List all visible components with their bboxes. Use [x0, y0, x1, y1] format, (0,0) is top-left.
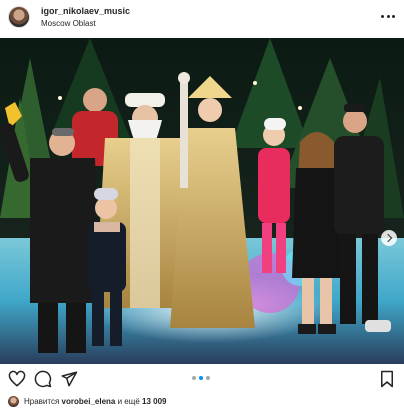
instagram-post: igor_nikolaev_music Moscow Oblast Нравит… [0, 0, 404, 410]
carousel-indicator [192, 376, 210, 380]
likes-text: Нравится vorobei_elena и ещё 13 009 [24, 397, 166, 406]
likes-prefix: Нравится [24, 396, 60, 406]
post-photo[interactable] [0, 38, 404, 364]
comment-icon[interactable] [34, 370, 52, 388]
likes-summary: Нравится vorobei_elena и ещё 13 009 [8, 395, 166, 407]
next-slide-button[interactable] [381, 230, 397, 246]
bookmark-icon[interactable] [378, 370, 396, 388]
photo-illustration [0, 38, 404, 364]
post-location[interactable]: Moscow Oblast [41, 19, 96, 28]
more-options-icon[interactable] [381, 10, 395, 22]
heart-icon[interactable] [8, 370, 26, 388]
likes-middle: и ещё [117, 396, 140, 406]
carousel-dot-active [199, 376, 203, 380]
author-username[interactable]: igor_nikolaev_music [41, 6, 130, 16]
author-avatar[interactable] [8, 6, 30, 28]
liker-username[interactable]: vorobei_elena [62, 397, 116, 406]
carousel-dot [192, 376, 196, 380]
carousel-dot [206, 376, 210, 380]
likes-count[interactable]: 13 009 [142, 397, 166, 406]
post-header: igor_nikolaev_music Moscow Oblast [0, 0, 404, 38]
liker-avatar[interactable] [8, 395, 19, 407]
chevron-right-icon [383, 233, 393, 243]
send-icon[interactable] [60, 370, 78, 388]
